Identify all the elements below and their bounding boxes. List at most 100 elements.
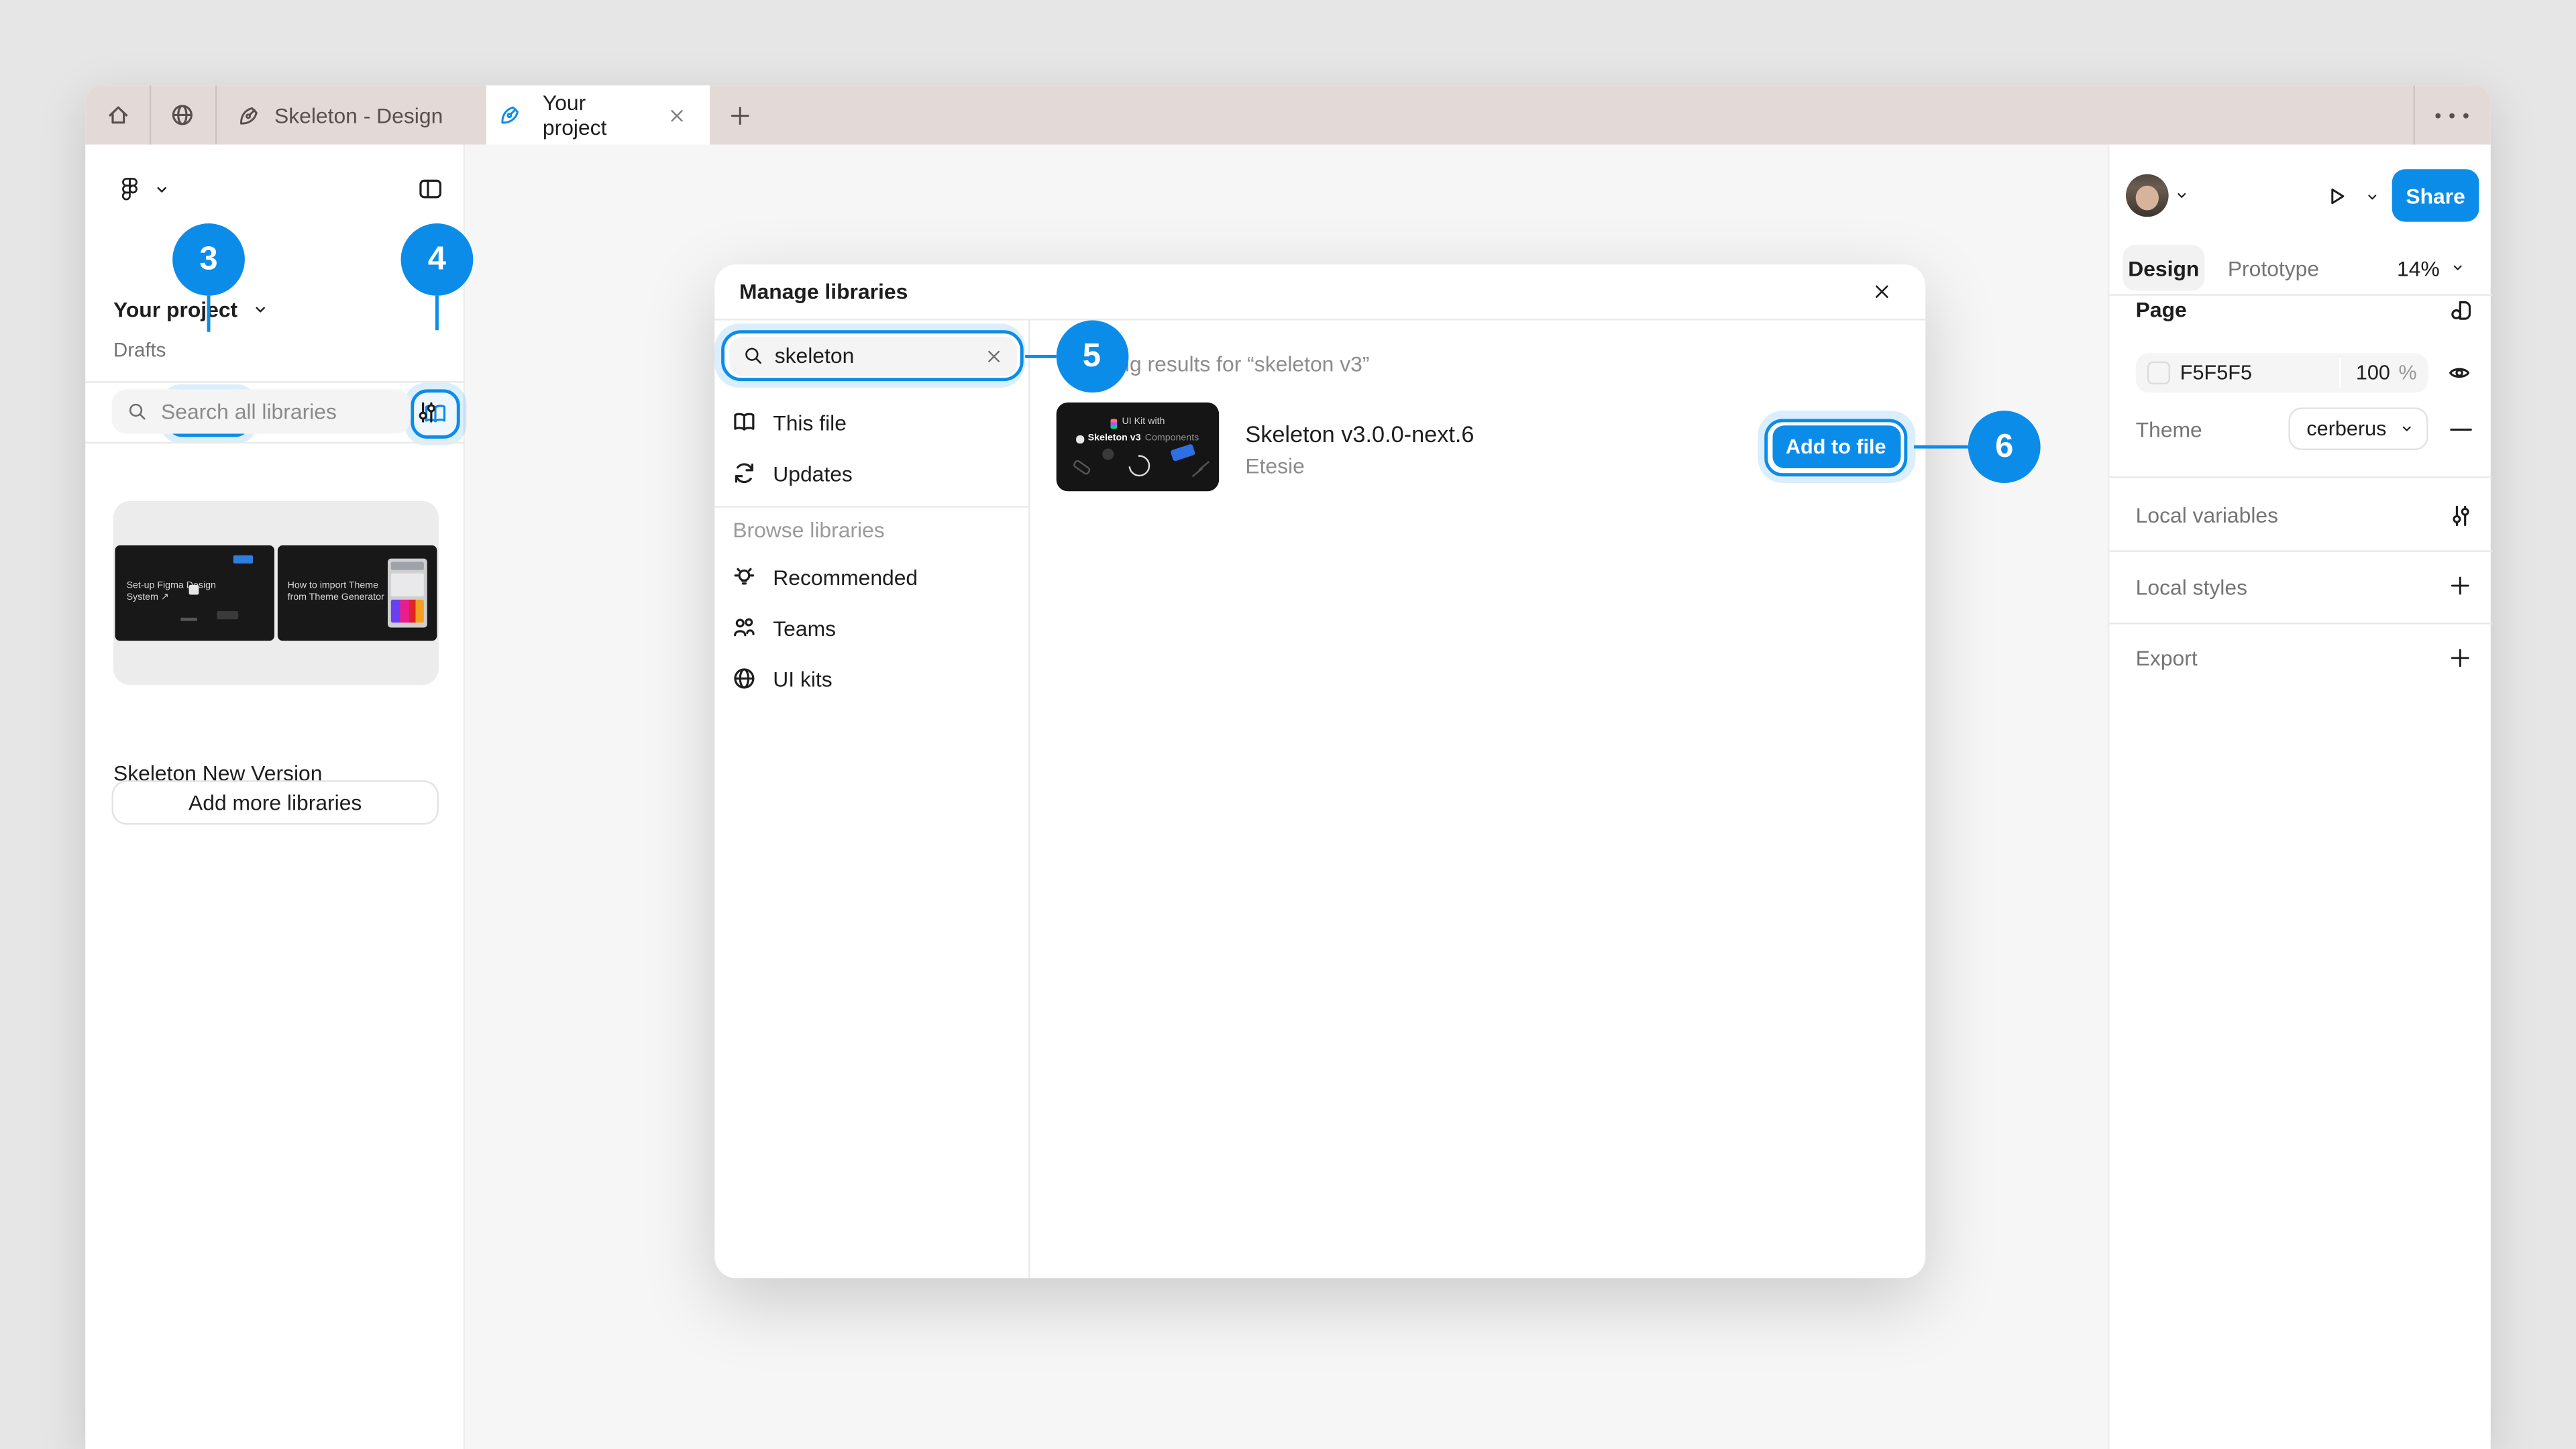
color-alpha[interactable]: 100 — [2356, 356, 2390, 388]
tab-your-project[interactable]: Your project — [486, 85, 709, 145]
home-icon — [108, 106, 127, 124]
page-styles-button[interactable] — [2448, 297, 2474, 323]
eye-icon — [2449, 368, 2470, 378]
nav-this-file[interactable]: This file — [731, 404, 847, 440]
figma-app-screenshot: Skeleton - Design Your project Your proj… — [0, 0, 2576, 1449]
modal-column-divider — [1028, 319, 1030, 1279]
adjust-icon — [2453, 504, 2469, 525]
figma-logo-icon — [121, 178, 138, 201]
mini-figma-logo — [1110, 418, 1118, 428]
avatar-face — [2135, 185, 2159, 211]
new-tab-button[interactable] — [728, 103, 753, 128]
divider — [2109, 549, 2493, 551]
color-swatch[interactable] — [2146, 360, 2169, 384]
divider — [2109, 476, 2493, 478]
close-tab-icon[interactable] — [667, 105, 688, 126]
community-button[interactable] — [169, 102, 195, 128]
mini-spinner — [1124, 450, 1155, 481]
book-open-icon — [733, 413, 754, 431]
browser-tab-bar: Skeleton - Design Your project — [85, 85, 2491, 145]
chevron-down-icon — [2453, 265, 2462, 270]
chevron-down-icon — [2368, 195, 2377, 200]
local-variables-label: Local variables — [2135, 502, 2279, 528]
present-button[interactable] — [2324, 184, 2349, 209]
manage-libraries-modal: Manage libraries skeleton This file Upda… — [714, 264, 1925, 1279]
panel-layout-icon — [419, 179, 441, 199]
modal-header-divider — [714, 319, 1925, 321]
toggle-sidebar-button[interactable] — [417, 176, 443, 202]
tabbar-divider — [150, 85, 152, 145]
ellipsis-icon — [2435, 113, 2469, 119]
divider — [85, 381, 466, 383]
divider — [2109, 623, 2493, 625]
plus-icon — [2451, 576, 2469, 595]
tab-prototype[interactable]: Prototype — [2228, 252, 2319, 284]
connector-6 — [1914, 445, 1968, 449]
result-title[interactable]: Skeleton v3.0.0-next.6 — [1245, 417, 1474, 450]
modal-search-value: skeleton — [774, 343, 855, 369]
modal-close-button[interactable] — [1870, 281, 1892, 303]
remove-theme-button[interactable] — [2449, 427, 2472, 432]
mini-button — [1170, 443, 1196, 462]
nav-updates[interactable]: Updates — [731, 455, 853, 491]
page-color-row[interactable]: F5F5F5 100 % — [2135, 352, 2428, 392]
tab-label: Your project — [542, 90, 607, 140]
nav-divider — [714, 505, 1029, 507]
filter-libraries-button[interactable] — [414, 398, 440, 425]
main-menu-button[interactable] — [117, 176, 169, 202]
connector-4 — [435, 295, 439, 331]
close-icon — [1874, 285, 1888, 298]
tab-skeleton-design[interactable]: Skeleton - Design — [223, 85, 443, 144]
chevron-down-icon — [157, 186, 166, 192]
connector-3 — [207, 295, 211, 332]
chevron-down-icon — [2178, 193, 2186, 198]
search-icon — [744, 348, 761, 364]
play-icon — [2331, 189, 2345, 205]
present-options-chevron[interactable] — [2366, 191, 2379, 204]
chevron-down-icon — [2402, 426, 2411, 431]
globe-icon — [733, 668, 754, 689]
nav-ui-kits[interactable]: UI kits — [731, 660, 833, 696]
local-styles-label: Local styles — [2135, 574, 2248, 599]
share-button[interactable]: Share — [2392, 169, 2479, 222]
nav-teams[interactable]: Teams — [731, 610, 836, 646]
left-sidebar: Your project Drafts File Assets — [85, 144, 467, 1449]
export-label: Export — [2135, 645, 2198, 671]
result-author: Etesie — [1245, 453, 1305, 478]
modal-search-input[interactable]: skeleton — [729, 337, 1017, 376]
home-button[interactable] — [105, 102, 131, 128]
search-icon — [129, 403, 146, 420]
mini-dot — [1102, 448, 1114, 460]
divider — [85, 441, 466, 444]
avatar-chevron[interactable] — [2175, 189, 2188, 203]
library-card-preview[interactable]: Set-up Figma Design System ↗ How to impo… — [113, 500, 439, 686]
library-thumb-2: How to import Theme from Theme Generator… — [277, 545, 437, 641]
project-location[interactable]: Drafts — [113, 333, 166, 366]
project-name[interactable]: Your project — [113, 292, 237, 325]
search-libraries-input[interactable]: Search all libraries — [111, 389, 411, 434]
sliders-icon — [419, 401, 435, 422]
open-variables-button[interactable] — [2448, 502, 2474, 528]
tabbar-divider — [215, 85, 217, 145]
design-file-icon — [502, 106, 519, 124]
result-thumbnail[interactable]: UI Kit with Skeleton v3 Components — [1056, 402, 1220, 492]
theme-select[interactable]: cerberus — [2288, 407, 2428, 451]
tab-design[interactable]: Design — [2123, 244, 2205, 291]
add-more-libraries-button[interactable]: Add more libraries — [111, 780, 439, 825]
toggle-visibility-button[interactable] — [2447, 360, 2473, 386]
project-chevron[interactable] — [253, 303, 268, 317]
add-to-file-button[interactable]: Add to file — [1772, 425, 1900, 468]
add-style-button[interactable] — [2448, 574, 2473, 598]
right-panel: Share Design Prototype 14% Page F5F5F5 1… — [2108, 144, 2493, 1449]
clear-search-icon[interactable] — [984, 346, 1004, 366]
add-export-button[interactable] — [2448, 645, 2473, 669]
window-menu-button[interactable] — [2433, 112, 2471, 120]
step-badge-3: 3 — [172, 223, 245, 296]
chevron-down-icon — [256, 307, 265, 313]
zoom-level[interactable]: 14% — [2397, 252, 2440, 284]
color-value[interactable]: F5F5F5 — [2180, 356, 2252, 388]
plus-icon — [2451, 648, 2469, 667]
nav-recommended[interactable]: Recommended — [731, 559, 918, 595]
avatar[interactable] — [2125, 174, 2169, 217]
zoom-chevron[interactable] — [2451, 261, 2465, 274]
